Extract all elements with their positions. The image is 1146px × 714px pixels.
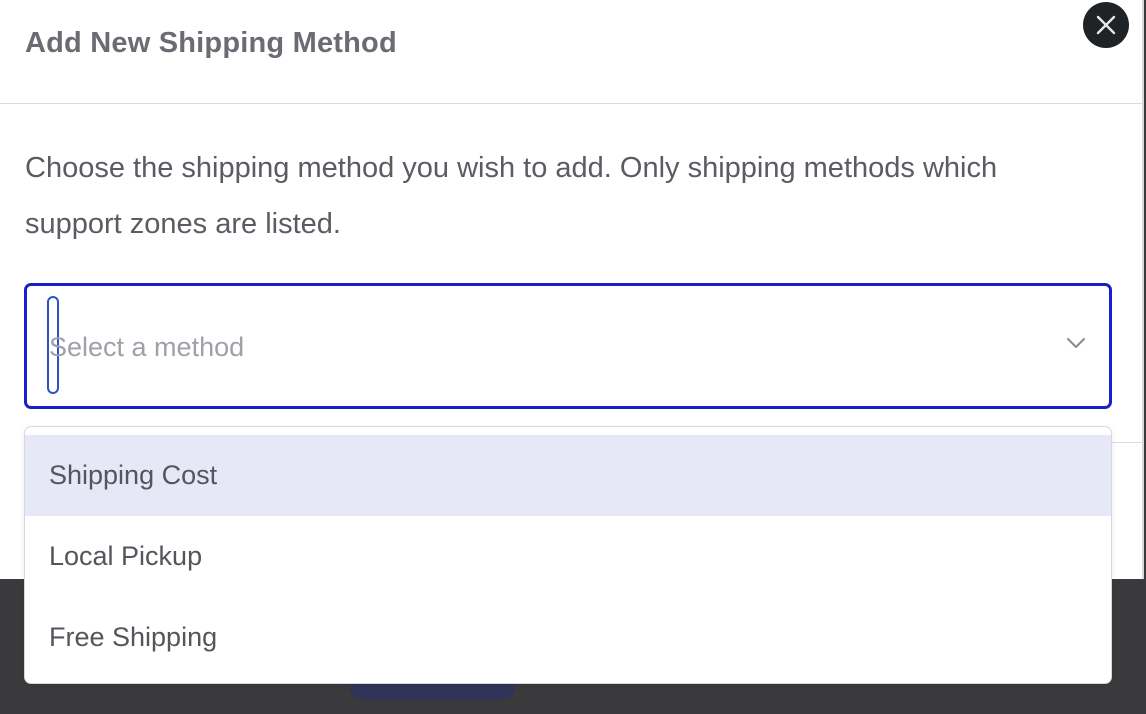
modal-header: Add New Shipping Method (0, 0, 1142, 104)
option-free-shipping[interactable]: Free Shipping (25, 597, 1111, 678)
chevron-down-icon[interactable] (1065, 336, 1087, 350)
close-button[interactable] (1083, 2, 1129, 48)
option-shipping-cost[interactable]: Shipping Cost (25, 435, 1111, 516)
option-local-pickup[interactable]: Local Pickup (25, 516, 1111, 597)
shipping-method-dropdown: Shipping Cost Local Pickup Free Shipping (24, 426, 1112, 684)
shipping-method-select[interactable]: Select a method (24, 283, 1112, 409)
modal-title: Add New Shipping Method (25, 27, 397, 59)
modal-description: Choose the shipping method you wish to a… (25, 152, 998, 240)
close-icon (1096, 15, 1116, 35)
footer-divider (1112, 442, 1142, 443)
select-placeholder: Select a method (49, 332, 245, 362)
